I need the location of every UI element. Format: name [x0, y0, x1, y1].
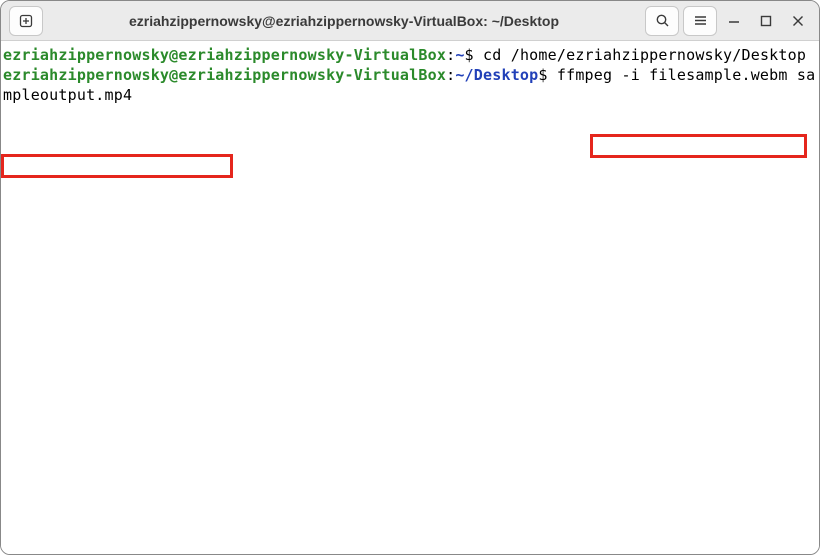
close-button[interactable]: [785, 8, 811, 34]
menu-button[interactable]: [683, 6, 717, 36]
hamburger-icon: [693, 13, 708, 28]
window-title: ezriahzippernowsky@ezriahzippernowsky-Vi…: [47, 13, 641, 29]
prompt-colon: :: [446, 46, 455, 64]
prompt-path: ~: [455, 46, 464, 64]
command-text: cd /home/ezriahzippernowsky/Desktop: [483, 46, 806, 64]
prompt-userhost: ezriahzippernowsky@ezriahzippernowsky-Vi…: [3, 66, 446, 84]
new-tab-icon: [18, 13, 34, 29]
maximize-icon: [760, 15, 772, 27]
prompt-path: ~/Desktop: [455, 66, 538, 84]
prompt-colon: :: [446, 66, 455, 84]
new-tab-button[interactable]: [9, 6, 43, 36]
prompt-dollar: $: [465, 46, 483, 64]
search-icon: [655, 13, 670, 28]
prompt-userhost: ezriahzippernowsky@ezriahzippernowsky-Vi…: [3, 46, 446, 64]
titlebar[interactable]: ezriahzippernowsky@ezriahzippernowsky-Vi…: [1, 1, 819, 41]
annotation-highlight: [1, 154, 233, 178]
terminal-content[interactable]: ezriahzippernowsky@ezriahzippernowsky-Vi…: [1, 41, 819, 554]
annotation-highlight: [590, 134, 807, 158]
maximize-button[interactable]: [753, 8, 779, 34]
close-icon: [792, 15, 804, 27]
minimize-icon: [728, 15, 740, 27]
terminal-window: ezriahzippernowsky@ezriahzippernowsky-Vi…: [0, 0, 820, 555]
minimize-button[interactable]: [721, 8, 747, 34]
prompt-dollar: $: [538, 66, 556, 84]
search-button[interactable]: [645, 6, 679, 36]
